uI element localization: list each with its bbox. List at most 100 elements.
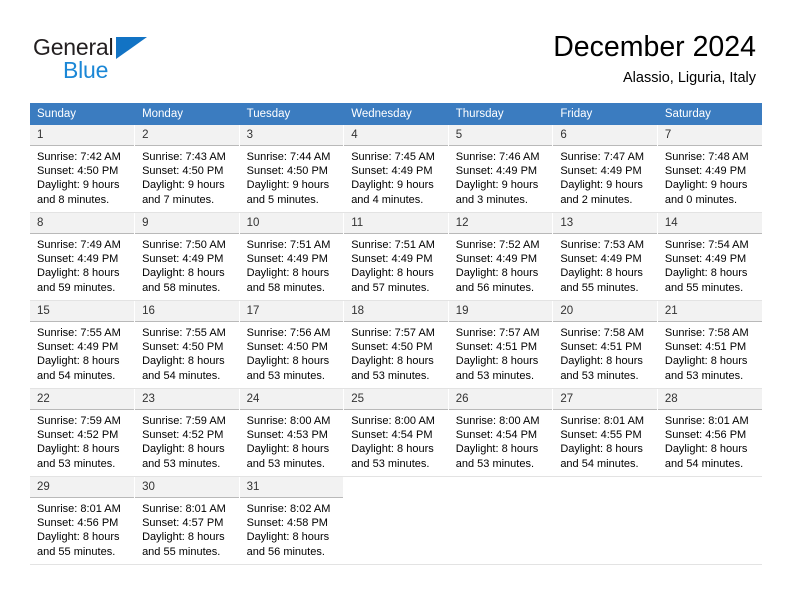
calendar-day-cell[interactable]: 28 Sunrise: 8:01 AM Sunset: 4:56 PM Dayligh… — [657, 388, 762, 477]
calendar-day-cell[interactable]: 3 Sunrise: 7:44 AM Sunset: 4:50 PM Daylight… — [239, 125, 345, 213]
sunrise-text: Sunrise: 7:47 AM — [560, 151, 645, 163]
sunrise-text: Sunrise: 7:45 AM — [351, 151, 435, 163]
general-blue-logo[interactable]: General Blue — [33, 34, 233, 86]
daylight-text-line1: Daylight: 8 hours — [664, 443, 748, 456]
day-sun-info: Sunrise: 8:01 AM Sunset: 4:55 PM Daylight:… — [553, 410, 657, 471]
calendar-day-cell[interactable]: 22 Sunrise: 7:59 AM Sunset: 4:52 PM Dayligh… — [30, 388, 136, 477]
daylight-text-line2: and 53 minutes. — [455, 457, 535, 470]
sunset-text: Sunset: 4:49 PM — [560, 253, 642, 266]
daylight-text-line1: Daylight: 8 hours — [560, 267, 643, 280]
sunset-text: Sunset: 4:55 PM — [560, 429, 642, 442]
daylight-text-line2: and 0 minutes. — [664, 193, 738, 206]
calendar-day-cell[interactable]: 6 Sunrise: 7:47 AM Sunset: 4:49 PM Daylight… — [552, 125, 658, 213]
daylight-text-line1: Daylight: 9 hours — [664, 179, 748, 192]
calendar-week-row: 29 Sunrise: 8:01 AM Sunset: 4:56 PM Dayligh… — [30, 476, 762, 565]
calendar-day-cell[interactable]: 25 Sunrise: 8:00 AM Sunset: 4:54 PM Dayligh… — [343, 388, 449, 477]
sunset-text: Sunset: 4:49 PM — [37, 341, 119, 354]
calendar-day-cell[interactable]: 30 Sunrise: 8:01 AM Sunset: 4:57 PM Dayligh… — [134, 476, 240, 565]
daylight-text-line2: and 2 minutes. — [560, 193, 633, 206]
daylight-text-line1: Daylight: 8 hours — [664, 267, 748, 280]
calendar-day-cell[interactable]: 14 Sunrise: 7:54 AM Sunset: 4:49 PM Dayligh… — [657, 212, 762, 301]
day-cell-inner: 19 Sunrise: 7:57 AM Sunset: 4:51 PM Dayligh… — [448, 301, 553, 388]
sunrise-text: Sunrise: 8:01 AM — [560, 415, 645, 427]
calendar-day-cell[interactable]: 26 Sunrise: 8:00 AM Sunset: 4:54 PM Dayligh… — [448, 388, 554, 477]
day-cell-inner: 21 Sunrise: 7:58 AM Sunset: 4:51 PM Dayligh… — [657, 301, 762, 388]
day-number: 28 — [657, 389, 762, 410]
sunrise-text: Sunrise: 8:00 AM — [455, 415, 540, 427]
sunset-text: Sunset: 4:56 PM — [37, 517, 119, 530]
calendar-day-cell[interactable]: 31 Sunrise: 8:02 AM Sunset: 4:58 PM Dayligh… — [239, 476, 345, 565]
day-cell-inner: 12 Sunrise: 7:52 AM Sunset: 4:49 PM Dayligh… — [448, 213, 553, 300]
calendar-day-cell[interactable]: 29 Sunrise: 8:01 AM Sunset: 4:56 PM Dayligh… — [30, 476, 136, 565]
day-number: 22 — [30, 389, 135, 410]
sunset-text: Sunset: 4:49 PM — [246, 253, 328, 266]
daylight-text-line2: and 54 minutes. — [560, 457, 639, 470]
day-cell-inner: 14 Sunrise: 7:54 AM Sunset: 4:49 PM Dayligh… — [657, 213, 762, 300]
day-sun-info: Sunrise: 7:50 AM Sunset: 4:49 PM Daylight:… — [135, 234, 239, 295]
sunrise-text: Sunrise: 7:59 AM — [37, 415, 121, 427]
day-sun-info: Sunrise: 8:02 AM Sunset: 4:58 PM Daylight:… — [240, 498, 344, 559]
day-sun-info: Sunrise: 7:59 AM Sunset: 4:52 PM Daylight:… — [135, 410, 239, 471]
calendar-day-cell[interactable]: 27 Sunrise: 8:01 AM Sunset: 4:55 PM Dayligh… — [552, 388, 658, 477]
title-block: December 2024 Alassio, Liguria, Italy — [553, 30, 756, 88]
calendar-day-cell[interactable]: 12 Sunrise: 7:52 AM Sunset: 4:49 PM Dayligh… — [448, 212, 554, 301]
calendar-day-cell[interactable]: 7 Sunrise: 7:48 AM Sunset: 4:49 PM Daylight… — [657, 125, 762, 213]
day-number: 12 — [448, 213, 553, 234]
daylight-text-line2: and 57 minutes. — [351, 281, 430, 294]
daylight-text-line2: and 5 minutes. — [246, 193, 319, 206]
daylight-text-line1: Daylight: 8 hours — [455, 443, 539, 456]
calendar-day-cell[interactable]: 13 Sunrise: 7:53 AM Sunset: 4:49 PM Dayligh… — [552, 212, 658, 301]
calendar-day-cell[interactable]: 18 Sunrise: 7:57 AM Sunset: 4:50 PM Dayligh… — [343, 300, 449, 389]
sunrise-text: Sunrise: 7:57 AM — [351, 327, 435, 339]
sunset-text: Sunset: 4:54 PM — [351, 429, 433, 442]
calendar-day-cell[interactable]: 11 Sunrise: 7:51 AM Sunset: 4:49 PM Dayligh… — [343, 212, 449, 301]
day-number: 31 — [239, 477, 344, 498]
day-number: 25 — [344, 389, 448, 410]
calendar-day-cell[interactable]: 17 Sunrise: 7:56 AM Sunset: 4:50 PM Dayligh… — [239, 300, 345, 389]
day-cell-inner: 8 Sunrise: 7:49 AM Sunset: 4:49 PM Daylight… — [30, 213, 135, 300]
day-number: 5 — [448, 125, 553, 146]
weekday-header-saturday: Saturday — [657, 103, 763, 125]
sunrise-text: Sunrise: 7:50 AM — [142, 239, 226, 251]
day-cell-inner: 5 Sunrise: 7:46 AM Sunset: 4:49 PM Daylight… — [448, 125, 553, 212]
sunrise-text: Sunrise: 7:42 AM — [37, 151, 121, 163]
sunset-text: Sunset: 4:53 PM — [246, 429, 328, 442]
sunset-text: Sunset: 4:54 PM — [455, 429, 538, 442]
calendar-day-cell[interactable]: 19 Sunrise: 7:57 AM Sunset: 4:51 PM Dayligh… — [448, 300, 554, 389]
calendar-day-cell[interactable]: 1 Sunrise: 7:42 AM Sunset: 4:50 PM Daylight… — [30, 125, 136, 213]
day-number: 23 — [135, 389, 239, 410]
calendar-day-cell[interactable]: 15 Sunrise: 7:55 AM Sunset: 4:49 PM Dayligh… — [30, 300, 136, 389]
calendar-day-cell[interactable]: 9 Sunrise: 7:50 AM Sunset: 4:49 PM Daylight… — [134, 212, 240, 301]
day-sun-info: Sunrise: 8:00 AM Sunset: 4:54 PM Daylight:… — [344, 410, 448, 471]
calendar-day-cell[interactable]: 2 Sunrise: 7:43 AM Sunset: 4:50 PM Daylight… — [134, 125, 240, 213]
calendar-day-cell[interactable]: 24 Sunrise: 8:00 AM Sunset: 4:53 PM Dayligh… — [239, 388, 345, 477]
day-cell-inner: 18 Sunrise: 7:57 AM Sunset: 4:50 PM Dayligh… — [344, 301, 448, 388]
sunrise-text: Sunrise: 8:02 AM — [246, 503, 331, 515]
daylight-text-line1: Daylight: 8 hours — [246, 355, 330, 368]
daylight-text-line2: and 54 minutes. — [664, 457, 744, 470]
day-number: 9 — [135, 213, 239, 234]
weekday-header-thursday: Thursday — [448, 103, 554, 125]
calendar-day-cell[interactable]: 21 Sunrise: 7:58 AM Sunset: 4:51 PM Dayligh… — [657, 300, 762, 389]
daylight-text-line2: and 56 minutes. — [455, 281, 535, 294]
sunset-text: Sunset: 4:50 PM — [142, 341, 224, 354]
calendar-day-cell[interactable]: 10 Sunrise: 7:51 AM Sunset: 4:49 PM Dayligh… — [239, 212, 345, 301]
calendar-day-cell[interactable]: 8 Sunrise: 7:49 AM Sunset: 4:49 PM Daylight… — [30, 212, 136, 301]
day-sun-info: Sunrise: 7:55 AM Sunset: 4:50 PM Daylight:… — [135, 322, 239, 383]
daylight-text-line2: and 54 minutes. — [37, 369, 116, 382]
day-cell-inner: 24 Sunrise: 8:00 AM Sunset: 4:53 PM Dayligh… — [239, 389, 344, 476]
day-number: 18 — [344, 301, 448, 322]
calendar-day-cell-empty — [343, 476, 449, 565]
day-cell-inner: 15 Sunrise: 7:55 AM Sunset: 4:49 PM Dayligh… — [30, 301, 135, 388]
day-number: 29 — [30, 477, 135, 498]
calendar-day-cell[interactable]: 4 Sunrise: 7:45 AM Sunset: 4:49 PM Daylight… — [343, 125, 449, 213]
calendar-day-cell[interactable]: 23 Sunrise: 7:59 AM Sunset: 4:52 PM Dayligh… — [134, 388, 240, 477]
calendar-day-cell[interactable]: 5 Sunrise: 7:46 AM Sunset: 4:49 PM Daylight… — [448, 125, 554, 213]
day-number: 13 — [553, 213, 657, 234]
sunset-text: Sunset: 4:49 PM — [664, 165, 747, 178]
day-cell-inner: 11 Sunrise: 7:51 AM Sunset: 4:49 PM Dayligh… — [344, 213, 448, 300]
calendar-day-cell[interactable]: 20 Sunrise: 7:58 AM Sunset: 4:51 PM Dayligh… — [552, 300, 658, 389]
day-number: 3 — [239, 125, 344, 146]
page-title: December 2024 — [553, 31, 756, 63]
calendar-day-cell[interactable]: 16 Sunrise: 7:55 AM Sunset: 4:50 PM Dayligh… — [134, 300, 240, 389]
